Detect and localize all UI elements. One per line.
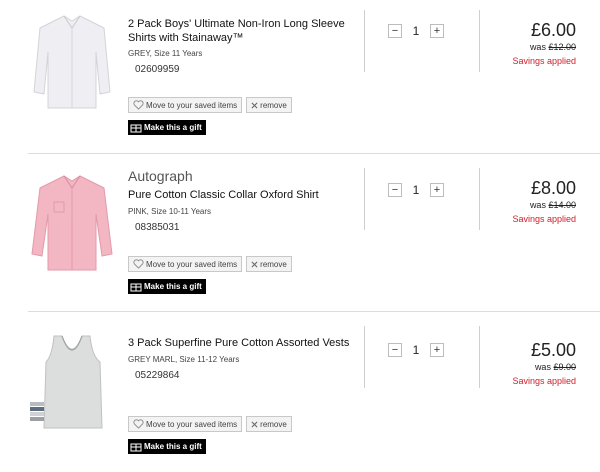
savings-applied-text: Savings applied bbox=[512, 56, 576, 66]
gift-icon bbox=[130, 281, 142, 292]
original-price: £14.00 bbox=[548, 200, 576, 210]
was-price: was £9.00 bbox=[534, 362, 576, 372]
basket-item: 2 Pack Boys' Ultimate Non-Iron Long Slee… bbox=[0, 0, 600, 154]
remove-button[interactable]: remove bbox=[246, 256, 292, 272]
heart-icon bbox=[133, 419, 144, 429]
quantity-value: 1 bbox=[412, 24, 420, 38]
was-price: was £14.00 bbox=[529, 200, 576, 210]
product-sku: 05229864 bbox=[135, 369, 180, 381]
increase-quantity-button[interactable]: + bbox=[430, 24, 444, 38]
make-gift-button[interactable]: Make this a gift bbox=[128, 120, 206, 135]
product-variant: PINK, Size 10-11 Years bbox=[128, 206, 212, 216]
move-to-saved-label: Move to your saved items bbox=[146, 259, 238, 269]
increase-quantity-button[interactable]: + bbox=[430, 343, 444, 357]
make-gift-label: Make this a gift bbox=[144, 123, 202, 132]
make-gift-label: Make this a gift bbox=[144, 282, 202, 291]
quantity-stepper: − 1 + bbox=[388, 343, 444, 357]
move-to-saved-button[interactable]: Move to your saved items bbox=[128, 416, 243, 432]
product-image[interactable] bbox=[26, 12, 118, 112]
quantity-stepper: − 1 + bbox=[388, 183, 444, 197]
make-gift-button[interactable]: Make this a gift bbox=[128, 439, 206, 454]
heart-icon bbox=[133, 100, 144, 110]
move-to-saved-button[interactable]: Move to your saved items bbox=[128, 97, 243, 113]
column-divider bbox=[364, 10, 365, 72]
quantity-stepper: − 1 + bbox=[388, 24, 444, 38]
was-price: was £12.00 bbox=[529, 42, 576, 52]
remove-button[interactable]: remove bbox=[246, 97, 292, 113]
basket-item: 3 Pack Superfine Pure Cotton Assorted Ve… bbox=[0, 312, 600, 472]
savings-applied-text: Savings applied bbox=[512, 376, 576, 386]
savings-applied-text: Savings applied bbox=[512, 214, 576, 224]
gift-icon bbox=[130, 122, 142, 133]
product-sku: 08385031 bbox=[135, 221, 180, 233]
remove-button[interactable]: remove bbox=[246, 416, 292, 432]
make-gift-button[interactable]: Make this a gift bbox=[128, 279, 206, 294]
quantity-value: 1 bbox=[412, 183, 420, 197]
current-price: £8.00 bbox=[530, 178, 576, 198]
current-price: £6.00 bbox=[530, 20, 576, 40]
move-to-saved-label: Move to your saved items bbox=[146, 419, 238, 429]
column-divider bbox=[364, 326, 365, 388]
decrease-quantity-button[interactable]: − bbox=[388, 24, 402, 38]
quantity-value: 1 bbox=[412, 343, 420, 357]
decrease-quantity-button[interactable]: − bbox=[388, 343, 402, 357]
product-sku: 02609959 bbox=[135, 64, 180, 75]
product-image[interactable] bbox=[26, 332, 118, 432]
heart-icon bbox=[133, 259, 144, 269]
product-title[interactable]: 3 Pack Superfine Pure Cotton Assorted Ve… bbox=[128, 337, 356, 351]
remove-label: remove bbox=[260, 419, 287, 429]
product-variant: GREY, Size 11 Years bbox=[128, 49, 203, 58]
product-brand: Autograph bbox=[128, 168, 193, 184]
product-image[interactable] bbox=[26, 172, 118, 272]
basket-item: Autograph Pure Cotton Classic Collar Oxf… bbox=[0, 154, 600, 312]
original-price: £12.00 bbox=[548, 42, 576, 52]
column-divider bbox=[364, 168, 365, 230]
make-gift-label: Make this a gift bbox=[144, 442, 202, 451]
remove-label: remove bbox=[260, 100, 287, 110]
product-variant: GREY MARL, Size 11-12 Years bbox=[128, 354, 240, 364]
gift-icon bbox=[130, 441, 142, 452]
product-title[interactable]: 2 Pack Boys' Ultimate Non-Iron Long Slee… bbox=[128, 18, 356, 45]
decrease-quantity-button[interactable]: − bbox=[388, 183, 402, 197]
close-icon bbox=[251, 102, 258, 109]
current-price: £5.00 bbox=[530, 340, 576, 360]
original-price: £9.00 bbox=[553, 362, 576, 372]
close-icon bbox=[251, 421, 258, 428]
product-title[interactable]: Pure Cotton Classic Collar Oxford Shirt bbox=[128, 189, 356, 203]
move-to-saved-button[interactable]: Move to your saved items bbox=[128, 256, 243, 272]
remove-label: remove bbox=[260, 259, 287, 269]
close-icon bbox=[251, 261, 258, 268]
move-to-saved-label: Move to your saved items bbox=[146, 100, 238, 110]
increase-quantity-button[interactable]: + bbox=[430, 183, 444, 197]
